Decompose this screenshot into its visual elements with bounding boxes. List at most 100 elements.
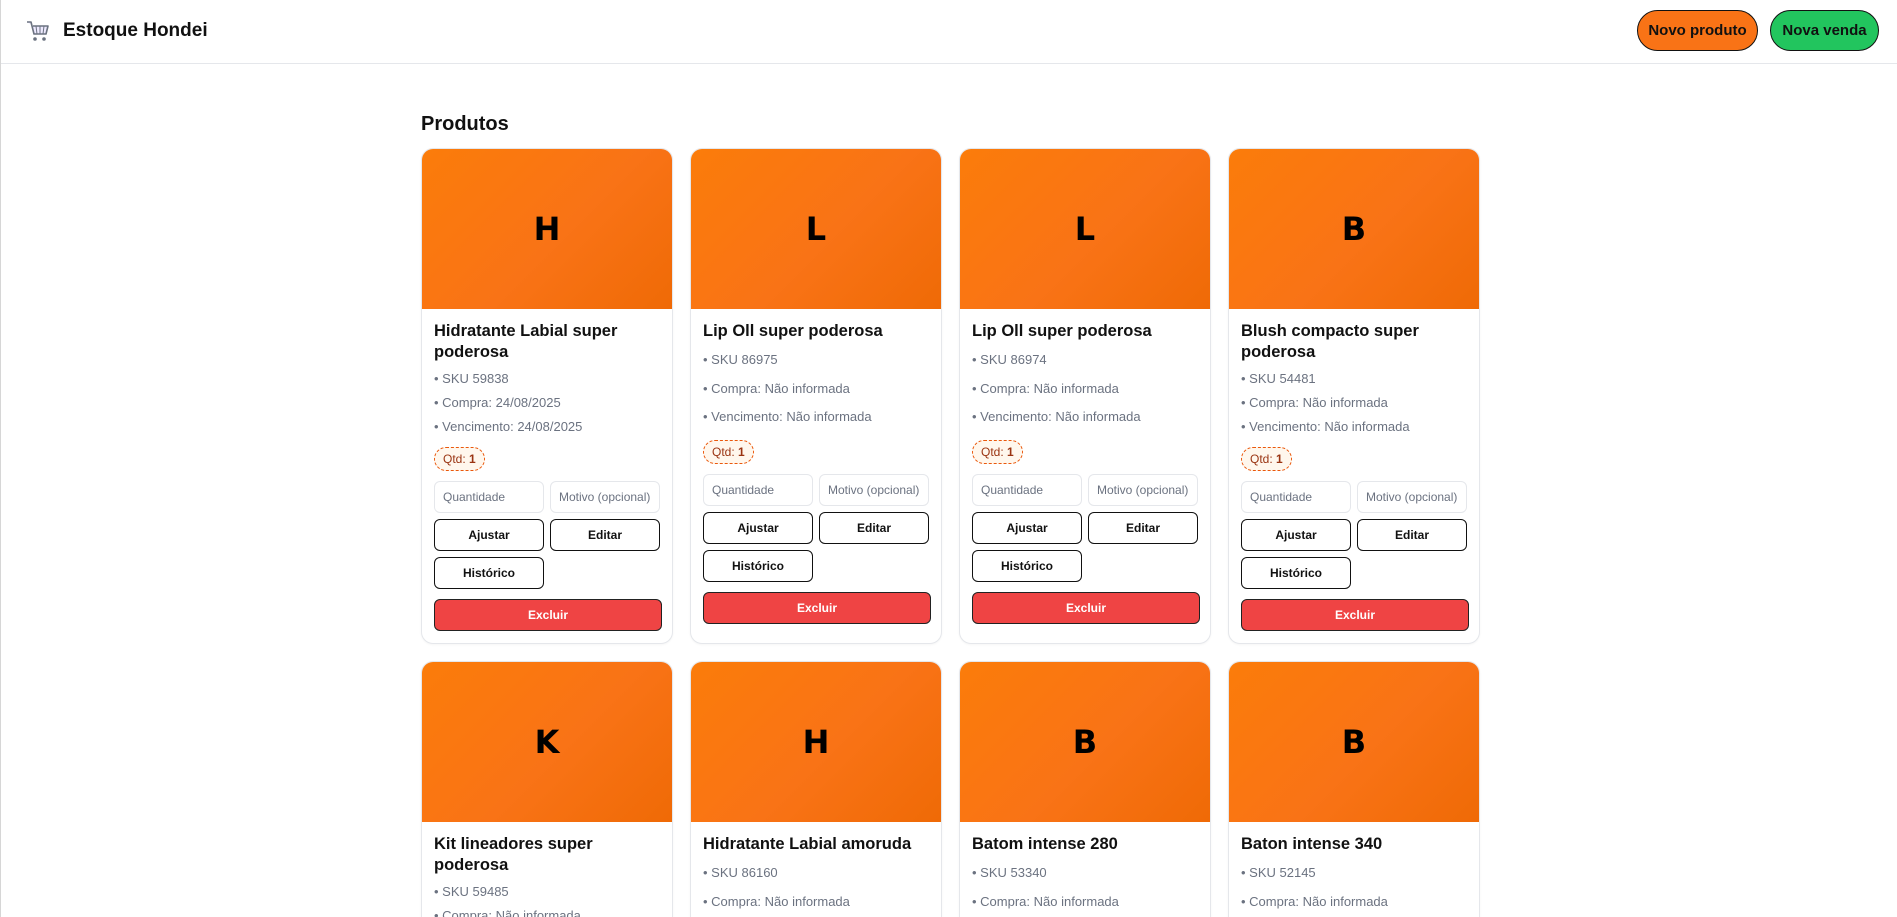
product-purchase-date: • Compra: Não informada bbox=[434, 908, 581, 917]
quantity-input[interactable] bbox=[703, 473, 813, 506]
product-purchase-date: • Compra: Não informada bbox=[703, 893, 850, 909]
product-sku: • SKU 86160 bbox=[703, 865, 778, 880]
product-name: Lip Oll super poderosa bbox=[703, 322, 883, 340]
product-purchase-date: • Compra: Não informada bbox=[972, 893, 1119, 909]
adjust-button[interactable]: Ajustar bbox=[972, 511, 1082, 544]
top-bar: Estoque Hondei Novo produto Nova venda bbox=[1, 0, 1897, 64]
product-expiry-date: • Vencimento: Não informada bbox=[972, 409, 1141, 424]
quantity-badge: Qtd: 1 bbox=[972, 439, 1023, 464]
product-card-body: Baton intense 340 • SKU 52145 • Compra: … bbox=[1229, 822, 1479, 917]
product-sku: • SKU 86974 bbox=[972, 352, 1047, 367]
delete-button[interactable]: Excluir bbox=[1241, 599, 1469, 631]
product-name: Kit lineadores super poderosa bbox=[434, 835, 593, 874]
product-card: B Batom intense 280 • SKU 53340 • Compra… bbox=[959, 661, 1211, 917]
product-initial: B bbox=[1341, 723, 1367, 761]
product-card-body: Blush compacto super poderosa • SKU 5448… bbox=[1229, 309, 1479, 643]
product-initial: K bbox=[534, 723, 560, 761]
delete-button[interactable]: Excluir bbox=[703, 591, 931, 624]
reason-input[interactable] bbox=[819, 473, 929, 506]
reason-input[interactable] bbox=[1357, 481, 1467, 513]
product-card-body: Hidratante Labial super poderosa • SKU 5… bbox=[422, 309, 672, 643]
quantity-value: 1 bbox=[738, 444, 745, 459]
new-sale-button[interactable]: Nova venda bbox=[1770, 10, 1879, 51]
page-title: Produtos bbox=[421, 113, 509, 135]
product-name: Hidratante Labial super poderosa bbox=[434, 322, 618, 361]
product-purchase-date: • Compra: Não informada bbox=[972, 380, 1119, 396]
product-purchase-date: • Compra: Não informada bbox=[703, 380, 850, 396]
product-card: H Hidratante Labial amoruda • SKU 86160 … bbox=[690, 661, 942, 917]
product-expiry-date: • Vencimento: 24/08/2025 bbox=[434, 419, 583, 434]
history-button[interactable]: Histórico bbox=[1241, 557, 1351, 589]
adjust-button[interactable]: Ajustar bbox=[703, 511, 813, 544]
product-name: Batom intense 280 bbox=[972, 835, 1118, 853]
quantity-input[interactable] bbox=[434, 481, 544, 513]
product-card-body: Batom intense 280 • SKU 53340 • Compra: … bbox=[960, 822, 1210, 917]
reason-input[interactable] bbox=[1088, 473, 1198, 506]
product-card: B Blush compacto super poderosa • SKU 54… bbox=[1228, 148, 1480, 644]
product-name: Hidratante Labial amoruda bbox=[703, 835, 912, 853]
product-initial: L bbox=[805, 210, 827, 248]
product-sku: • SKU 52145 bbox=[1241, 865, 1316, 880]
delete-button[interactable]: Excluir bbox=[434, 599, 662, 631]
product-name: Blush compacto super poderosa bbox=[1241, 322, 1419, 361]
brand: Estoque Hondei bbox=[25, 18, 208, 44]
product-card: L Lip Oll super poderosa • SKU 86975 • C… bbox=[690, 148, 942, 644]
product-sku: • SKU 86975 bbox=[703, 352, 778, 367]
product-card-body: Lip Oll super poderosa • SKU 86974 • Com… bbox=[960, 309, 1210, 636]
app-title: Estoque Hondei bbox=[63, 20, 208, 41]
history-button[interactable]: Histórico bbox=[972, 549, 1082, 582]
product-purchase-date: • Compra: Não informada bbox=[1241, 395, 1388, 410]
product-card: K Kit lineadores super poderosa • SKU 59… bbox=[421, 661, 673, 917]
product-expiry-date: • Vencimento: Não informada bbox=[703, 409, 872, 424]
quantity-prefix: Qtd: bbox=[981, 444, 1004, 459]
adjust-button[interactable]: Ajustar bbox=[1241, 519, 1351, 551]
product-name: Baton intense 340 bbox=[1241, 835, 1383, 853]
quantity-prefix: Qtd: bbox=[443, 452, 466, 466]
product-card: B Baton intense 340 • SKU 52145 • Compra… bbox=[1228, 661, 1480, 917]
product-cover: L bbox=[691, 149, 941, 309]
product-sku: • SKU 54481 bbox=[1241, 371, 1316, 386]
quantity-badge: Qtd: 1 bbox=[434, 447, 485, 471]
quantity-prefix: Qtd: bbox=[712, 444, 735, 459]
product-purchase-date: • Compra: Não informada bbox=[1241, 893, 1388, 909]
shopping-cart-icon bbox=[25, 18, 51, 44]
edit-button[interactable]: Editar bbox=[1357, 519, 1467, 551]
product-initial: L bbox=[1074, 210, 1096, 248]
edit-button[interactable]: Editar bbox=[550, 519, 660, 551]
quantity-badge: Qtd: 1 bbox=[703, 439, 754, 464]
product-cover: K bbox=[422, 662, 672, 822]
quantity-value: 1 bbox=[1007, 444, 1014, 459]
product-sku: • SKU 59485 bbox=[434, 884, 509, 899]
product-grid: H Hidratante Labial super poderosa • SKU… bbox=[421, 148, 1481, 917]
product-cover: B bbox=[1229, 149, 1479, 309]
product-initial: B bbox=[1072, 723, 1098, 761]
product-initial: H bbox=[802, 723, 830, 761]
quantity-prefix: Qtd: bbox=[1250, 452, 1273, 466]
product-expiry-date: • Vencimento: Não informada bbox=[1241, 419, 1410, 434]
edit-button[interactable]: Editar bbox=[819, 511, 929, 544]
new-product-button[interactable]: Novo produto bbox=[1637, 10, 1758, 51]
product-initial: B bbox=[1341, 210, 1367, 248]
edit-button[interactable]: Editar bbox=[1088, 511, 1198, 544]
quantity-value: 1 bbox=[1276, 452, 1283, 466]
history-button[interactable]: Histórico bbox=[703, 549, 813, 582]
product-cover: H bbox=[691, 662, 941, 822]
product-cover: B bbox=[960, 662, 1210, 822]
delete-button[interactable]: Excluir bbox=[972, 591, 1200, 624]
product-sku: • SKU 53340 bbox=[972, 865, 1047, 880]
quantity-badge: Qtd: 1 bbox=[1241, 447, 1292, 471]
product-name: Lip Oll super poderosa bbox=[972, 322, 1152, 340]
adjust-button[interactable]: Ajustar bbox=[434, 519, 544, 551]
quantity-input[interactable] bbox=[1241, 481, 1351, 513]
product-sku: • SKU 59838 bbox=[434, 371, 509, 386]
history-button[interactable]: Histórico bbox=[434, 557, 544, 589]
product-initial: H bbox=[533, 210, 561, 248]
quantity-value: 1 bbox=[469, 452, 476, 466]
product-cover: H bbox=[422, 149, 672, 309]
product-purchase-date: • Compra: 24/08/2025 bbox=[434, 395, 561, 410]
quantity-input[interactable] bbox=[972, 473, 1082, 506]
product-card: L Lip Oll super poderosa • SKU 86974 • C… bbox=[959, 148, 1211, 644]
product-cover: B bbox=[1229, 662, 1479, 822]
reason-input[interactable] bbox=[550, 481, 660, 513]
product-card-body: Lip Oll super poderosa • SKU 86975 • Com… bbox=[691, 309, 941, 636]
